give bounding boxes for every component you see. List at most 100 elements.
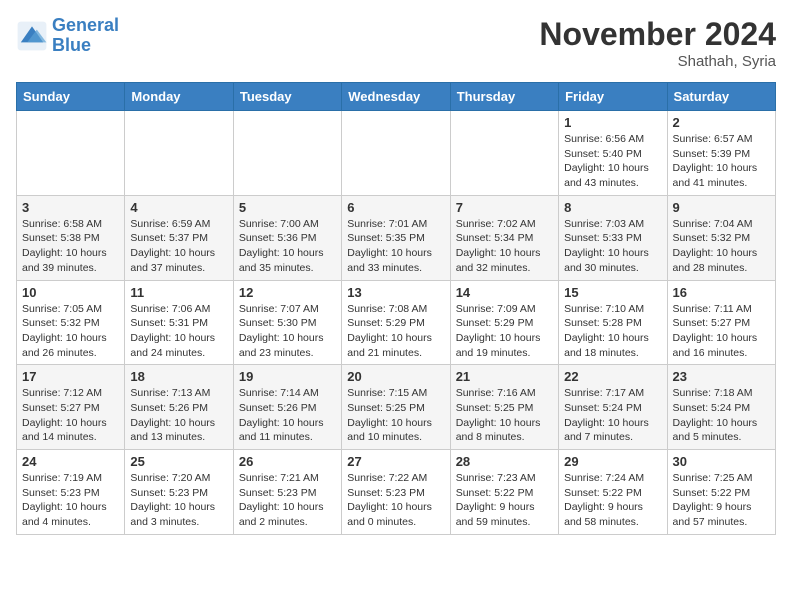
calendar-cell: 27 Sunrise: 7:22 AM Sunset: 5:23 PM Dayli… bbox=[342, 450, 450, 535]
cell-day-number: 21 bbox=[456, 369, 553, 384]
logo-text: General Blue bbox=[52, 16, 119, 56]
calendar-cell: 28 Sunrise: 7:23 AM Sunset: 5:22 PM Dayli… bbox=[450, 450, 558, 535]
calendar-cell: 5 Sunrise: 7:00 AM Sunset: 5:36 PM Daylig… bbox=[233, 195, 341, 280]
cell-day-number: 27 bbox=[347, 454, 444, 469]
cell-day-number: 30 bbox=[673, 454, 770, 469]
cell-info: Sunrise: 7:23 AM Sunset: 5:22 PM Dayligh… bbox=[456, 471, 553, 530]
cell-info: Sunrise: 7:10 AM Sunset: 5:28 PM Dayligh… bbox=[564, 302, 661, 361]
calendar-cell: 20Sunrise: 7:15 AM Sunset: 5:25 PM Dayli… bbox=[342, 365, 450, 450]
cell-info: Sunrise: 7:03 AM Sunset: 5:33 PM Dayligh… bbox=[564, 217, 661, 276]
cell-day-number: 29 bbox=[564, 454, 661, 469]
month-title: November 2024 bbox=[539, 16, 776, 53]
cell-day-number: 12 bbox=[239, 285, 336, 300]
cell-day-number: 14 bbox=[456, 285, 553, 300]
calendar-cell: 11 Sunrise: 7:06 AM Sunset: 5:31 PM Dayli… bbox=[125, 280, 233, 365]
weekday-header-monday: Monday bbox=[125, 83, 233, 111]
calendar-cell: 7Sunrise: 7:02 AM Sunset: 5:34 PM Daylig… bbox=[450, 195, 558, 280]
cell-info: Sunrise: 7:00 AM Sunset: 5:36 PM Dayligh… bbox=[239, 217, 336, 276]
cell-day-number: 15 bbox=[564, 285, 661, 300]
weekday-header-tuesday: Tuesday bbox=[233, 83, 341, 111]
calendar-cell: 6 Sunrise: 7:01 AM Sunset: 5:35 PM Daylig… bbox=[342, 195, 450, 280]
cell-info: Sunrise: 7:04 AM Sunset: 5:32 PM Dayligh… bbox=[673, 217, 770, 276]
location: Shathah, Syria bbox=[539, 53, 776, 70]
cell-info: Sunrise: 7:14 AM Sunset: 5:26 PM Dayligh… bbox=[239, 386, 336, 445]
calendar-cell: 1 Sunrise: 6:56 AM Sunset: 5:40 PM Daylig… bbox=[559, 111, 667, 196]
calendar-cell bbox=[342, 111, 450, 196]
calendar-cell: 8 Sunrise: 7:03 AM Sunset: 5:33 PM Daylig… bbox=[559, 195, 667, 280]
cell-info: Sunrise: 7:11 AM Sunset: 5:27 PM Dayligh… bbox=[673, 302, 770, 361]
cell-day-number: 7 bbox=[456, 200, 553, 215]
calendar-week-1: 1 Sunrise: 6:56 AM Sunset: 5:40 PM Daylig… bbox=[17, 111, 776, 196]
cell-day-number: 10 bbox=[22, 285, 119, 300]
calendar-cell: 25 Sunrise: 7:20 AM Sunset: 5:23 PM Dayli… bbox=[125, 450, 233, 535]
calendar-cell: 22Sunrise: 7:17 AM Sunset: 5:24 PM Dayli… bbox=[559, 365, 667, 450]
cell-day-number: 17 bbox=[22, 369, 119, 384]
cell-day-number: 18 bbox=[130, 369, 227, 384]
weekday-header-friday: Friday bbox=[559, 83, 667, 111]
cell-day-number: 24 bbox=[22, 454, 119, 469]
calendar-cell bbox=[233, 111, 341, 196]
cell-day-number: 5 bbox=[239, 200, 336, 215]
cell-info: Sunrise: 7:22 AM Sunset: 5:23 PM Dayligh… bbox=[347, 471, 444, 530]
calendar-cell: 14 Sunrise: 7:09 AM Sunset: 5:29 PM Dayli… bbox=[450, 280, 558, 365]
calendar-cell: 29Sunrise: 7:24 AM Sunset: 5:22 PM Dayli… bbox=[559, 450, 667, 535]
cell-day-number: 9 bbox=[673, 200, 770, 215]
calendar-cell: 21 Sunrise: 7:16 AM Sunset: 5:25 PM Dayli… bbox=[450, 365, 558, 450]
cell-day-number: 11 bbox=[130, 285, 227, 300]
cell-day-number: 26 bbox=[239, 454, 336, 469]
cell-day-number: 2 bbox=[673, 115, 770, 130]
cell-info: Sunrise: 7:12 AM Sunset: 5:27 PM Dayligh… bbox=[22, 386, 119, 445]
cell-info: Sunrise: 7:20 AM Sunset: 5:23 PM Dayligh… bbox=[130, 471, 227, 530]
cell-day-number: 13 bbox=[347, 285, 444, 300]
weekday-header-sunday: Sunday bbox=[17, 83, 125, 111]
cell-info: Sunrise: 7:01 AM Sunset: 5:35 PM Dayligh… bbox=[347, 217, 444, 276]
calendar-cell: 18 Sunrise: 7:13 AM Sunset: 5:26 PM Dayli… bbox=[125, 365, 233, 450]
cell-info: Sunrise: 7:15 AM Sunset: 5:25 PM Dayligh… bbox=[347, 386, 444, 445]
logo-icon bbox=[16, 20, 48, 52]
cell-info: Sunrise: 6:59 AM Sunset: 5:37 PM Dayligh… bbox=[130, 217, 227, 276]
calendar-cell: 15 Sunrise: 7:10 AM Sunset: 5:28 PM Dayli… bbox=[559, 280, 667, 365]
cell-day-number: 3 bbox=[22, 200, 119, 215]
calendar-cell: 3 Sunrise: 6:58 AM Sunset: 5:38 PM Daylig… bbox=[17, 195, 125, 280]
cell-info: Sunrise: 7:19 AM Sunset: 5:23 PM Dayligh… bbox=[22, 471, 119, 530]
cell-info: Sunrise: 7:16 AM Sunset: 5:25 PM Dayligh… bbox=[456, 386, 553, 445]
cell-day-number: 8 bbox=[564, 200, 661, 215]
calendar-cell: 17 Sunrise: 7:12 AM Sunset: 5:27 PM Dayli… bbox=[17, 365, 125, 450]
weekday-header-wednesday: Wednesday bbox=[342, 83, 450, 111]
cell-day-number: 4 bbox=[130, 200, 227, 215]
cell-info: Sunrise: 7:18 AM Sunset: 5:24 PM Dayligh… bbox=[673, 386, 770, 445]
cell-info: Sunrise: 7:21 AM Sunset: 5:23 PM Dayligh… bbox=[239, 471, 336, 530]
calendar-cell bbox=[450, 111, 558, 196]
logo: General Blue bbox=[16, 16, 119, 56]
title-block: November 2024 Shathah, Syria bbox=[539, 16, 776, 70]
cell-day-number: 28 bbox=[456, 454, 553, 469]
cell-day-number: 25 bbox=[130, 454, 227, 469]
calendar-cell bbox=[17, 111, 125, 196]
calendar-cell: 4 Sunrise: 6:59 AM Sunset: 5:37 PM Daylig… bbox=[125, 195, 233, 280]
calendar-cell: 19Sunrise: 7:14 AM Sunset: 5:26 PM Dayli… bbox=[233, 365, 341, 450]
cell-day-number: 6 bbox=[347, 200, 444, 215]
cell-info: Sunrise: 7:09 AM Sunset: 5:29 PM Dayligh… bbox=[456, 302, 553, 361]
weekday-header-row: SundayMondayTuesdayWednesdayThursdayFrid… bbox=[17, 83, 776, 111]
cell-info: Sunrise: 7:17 AM Sunset: 5:24 PM Dayligh… bbox=[564, 386, 661, 445]
calendar-cell: 9 Sunrise: 7:04 AM Sunset: 5:32 PM Daylig… bbox=[667, 195, 775, 280]
calendar-cell: 23Sunrise: 7:18 AM Sunset: 5:24 PM Dayli… bbox=[667, 365, 775, 450]
calendar-week-4: 17 Sunrise: 7:12 AM Sunset: 5:27 PM Dayli… bbox=[17, 365, 776, 450]
cell-info: Sunrise: 7:05 AM Sunset: 5:32 PM Dayligh… bbox=[22, 302, 119, 361]
calendar-body: 1 Sunrise: 6:56 AM Sunset: 5:40 PM Daylig… bbox=[17, 111, 776, 535]
weekday-header-thursday: Thursday bbox=[450, 83, 558, 111]
cell-info: Sunrise: 7:08 AM Sunset: 5:29 PM Dayligh… bbox=[347, 302, 444, 361]
calendar-week-5: 24 Sunrise: 7:19 AM Sunset: 5:23 PM Dayli… bbox=[17, 450, 776, 535]
cell-info: Sunrise: 7:06 AM Sunset: 5:31 PM Dayligh… bbox=[130, 302, 227, 361]
cell-info: Sunrise: 7:13 AM Sunset: 5:26 PM Dayligh… bbox=[130, 386, 227, 445]
calendar-table: SundayMondayTuesdayWednesdayThursdayFrid… bbox=[16, 82, 776, 535]
cell-day-number: 16 bbox=[673, 285, 770, 300]
cell-info: Sunrise: 6:56 AM Sunset: 5:40 PM Dayligh… bbox=[564, 132, 661, 191]
cell-day-number: 1 bbox=[564, 115, 661, 130]
calendar-header: SundayMondayTuesdayWednesdayThursdayFrid… bbox=[17, 83, 776, 111]
cell-info: Sunrise: 7:07 AM Sunset: 5:30 PM Dayligh… bbox=[239, 302, 336, 361]
calendar-cell: 12 Sunrise: 7:07 AM Sunset: 5:30 PM Dayli… bbox=[233, 280, 341, 365]
calendar-cell: 26 Sunrise: 7:21 AM Sunset: 5:23 PM Dayli… bbox=[233, 450, 341, 535]
cell-info: Sunrise: 6:58 AM Sunset: 5:38 PM Dayligh… bbox=[22, 217, 119, 276]
cell-info: Sunrise: 7:25 AM Sunset: 5:22 PM Dayligh… bbox=[673, 471, 770, 530]
